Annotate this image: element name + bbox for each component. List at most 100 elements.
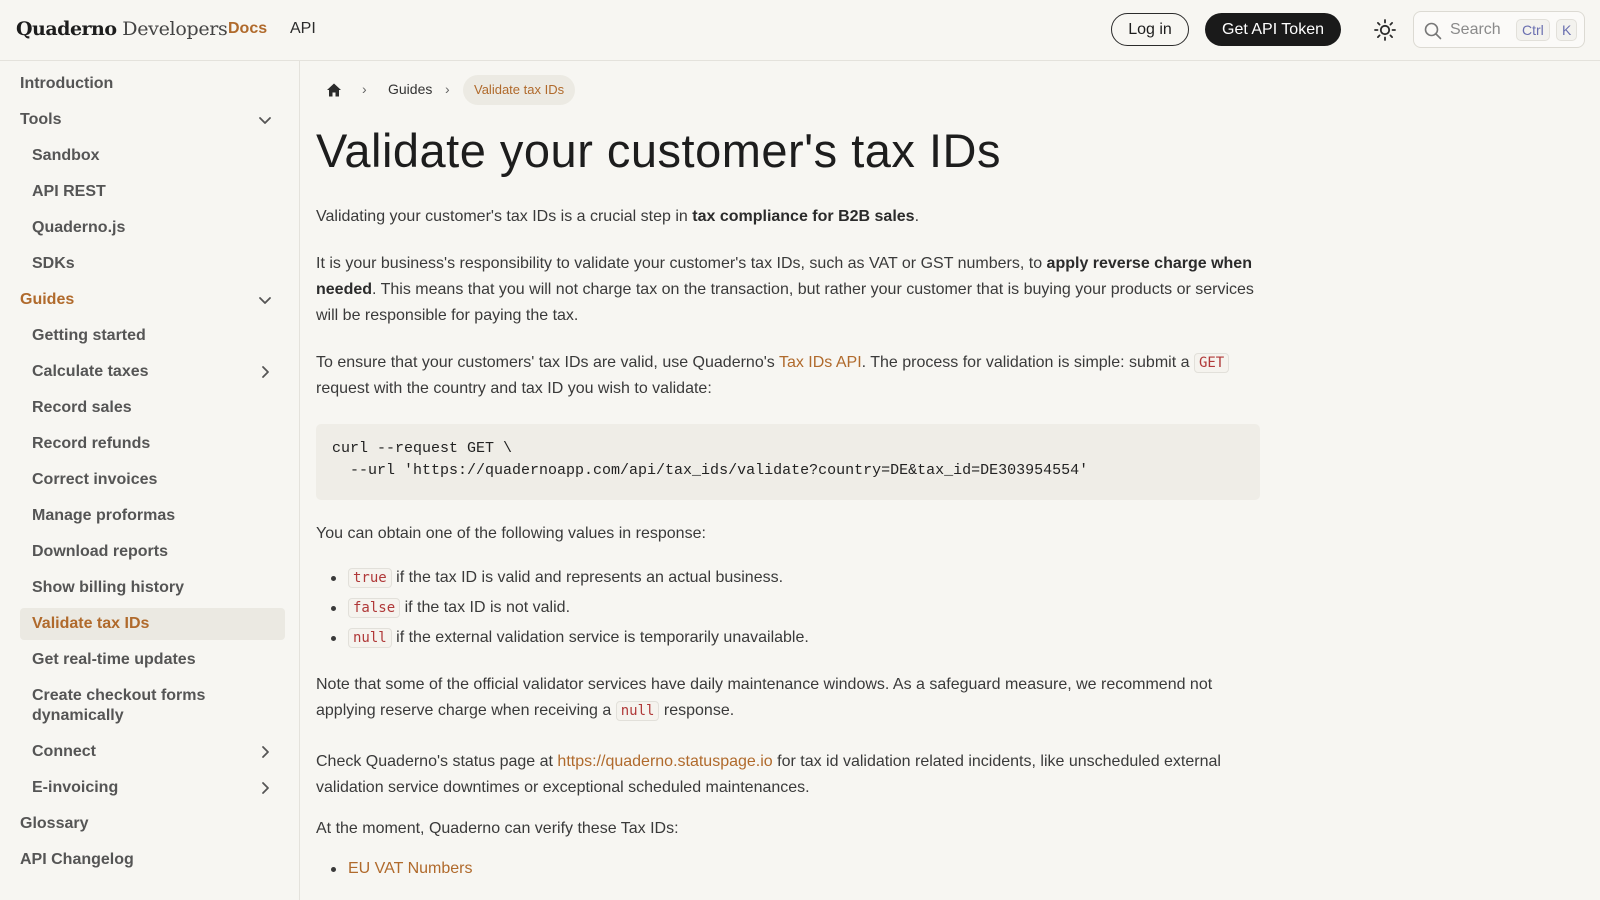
- bold-text: tax compliance for B2B sales: [692, 208, 915, 225]
- logo-brand: Quaderno: [16, 18, 117, 40]
- sidebar-item-label: Get real-time updates: [32, 651, 196, 668]
- search-placeholder: Search: [1450, 21, 1501, 38]
- sidebar-item-api-changelog[interactable]: API Changelog: [20, 850, 285, 870]
- sidebar-item-label: SDKs: [32, 255, 75, 272]
- sidebar-item-label: Show billing history: [32, 579, 184, 596]
- sidebar-item-label: Connect: [32, 743, 96, 760]
- chevron-down-icon[interactable]: [257, 112, 273, 128]
- text: .: [914, 208, 920, 225]
- tax-ids-api-link[interactable]: Tax IDs API: [779, 354, 862, 371]
- sidebar-item-record-refunds[interactable]: Record refunds: [20, 434, 285, 454]
- inline-code-false: false: [348, 598, 401, 618]
- sidebar-item-introduction[interactable]: Introduction: [20, 74, 285, 94]
- sidebar-item-show-billing-history[interactable]: Show billing history: [20, 578, 285, 598]
- sidebar-item-quaderno-js[interactable]: Quaderno.js: [20, 218, 285, 238]
- sidebar-item-label: Calculate taxes: [32, 363, 149, 380]
- sidebar-item-label: Tools: [20, 111, 62, 128]
- sidebar-item-get-real-time-updates[interactable]: Get real-time updates: [20, 650, 285, 670]
- maintenance-note-paragraph: Note that some of the official validator…: [316, 672, 1260, 724]
- text: if the tax ID is not valid.: [400, 599, 571, 616]
- sidebar-item-api-rest[interactable]: API REST: [20, 182, 285, 202]
- list-item: EU VAT Numbers: [316, 854, 472, 884]
- sidebar-item-tools[interactable]: Tools: [20, 110, 285, 130]
- chevron-right-icon[interactable]: [257, 364, 273, 380]
- responsibility-paragraph: It is your business's responsibility to …: [316, 251, 1260, 329]
- sidebar-item-glossary[interactable]: Glossary: [20, 814, 285, 834]
- list-item: false if the tax ID is not valid.: [316, 593, 809, 623]
- top-navigation-bar: Quaderno Developers Docs API Log in Get …: [0, 0, 1600, 61]
- chevron-down-icon[interactable]: [257, 292, 273, 308]
- text: request with the country and tax ID you …: [316, 380, 712, 397]
- breadcrumb-separator-icon: ›: [362, 81, 367, 97]
- sidebar-item-label: Getting started: [32, 327, 146, 344]
- text: Note that some of the official validator…: [316, 676, 1213, 719]
- text: response.: [659, 702, 735, 719]
- text: Check Quaderno's status page at: [316, 753, 558, 770]
- docs-sidebar: Introduction Tools Sandbox API REST Quad…: [0, 61, 300, 900]
- sidebar-item-label: Record sales: [32, 399, 132, 416]
- page-title: Validate your customer's tax IDs: [316, 124, 1001, 177]
- sidebar-item-label: Download reports: [32, 543, 169, 560]
- text: . The process for validation is simple: …: [861, 354, 1194, 371]
- sidebar-item-create-checkout-forms[interactable]: Create checkout forms dynamically: [20, 686, 250, 726]
- sidebar-item-record-sales[interactable]: Record sales: [20, 398, 285, 418]
- search-icon: [1424, 22, 1442, 40]
- text: Validating your customer's tax IDs is a …: [316, 208, 693, 225]
- breadcrumb-current: Validate tax IDs: [463, 75, 576, 105]
- sidebar-item-label: Record refunds: [32, 435, 151, 452]
- validation-paragraph: To ensure that your customers' tax IDs a…: [316, 350, 1260, 402]
- home-icon[interactable]: [326, 82, 342, 98]
- status-page-link[interactable]: https://quaderno.statuspage.io: [557, 753, 772, 770]
- breadcrumb-guides-link[interactable]: Guides: [388, 81, 432, 97]
- get-api-token-button[interactable]: Get API Token: [1205, 13, 1341, 46]
- sidebar-item-label: E-invoicing: [32, 779, 119, 796]
- list-item: true if the tax ID is valid and represen…: [316, 563, 809, 593]
- sidebar-item-guides[interactable]: Guides: [20, 290, 285, 310]
- supported-tax-ids-list: EU VAT Numbers: [316, 854, 472, 884]
- sidebar-item-validate-tax-ids[interactable]: Validate tax IDs: [20, 608, 285, 640]
- eu-vat-numbers-link[interactable]: EU VAT Numbers: [348, 860, 472, 877]
- sidebar-item-label: Quaderno.js: [32, 219, 126, 236]
- shortcut-key-k: K: [1556, 19, 1578, 41]
- sidebar-item-label: Sandbox: [32, 147, 100, 164]
- inline-code-null: null: [348, 628, 392, 648]
- logo-suffix: Developers: [116, 18, 228, 40]
- search-input[interactable]: Search Ctrl K: [1413, 11, 1585, 48]
- sidebar-item-label: Manage proformas: [32, 507, 176, 524]
- text: To ensure that your customers' tax IDs a…: [316, 354, 779, 371]
- sidebar-item-e-invoicing[interactable]: E-invoicing: [20, 778, 285, 798]
- intro-paragraph: Validating your customer's tax IDs is a …: [316, 204, 1260, 230]
- inline-code-get: GET: [1193, 353, 1230, 373]
- chevron-right-icon[interactable]: [257, 744, 273, 760]
- text: if the external validation service is te…: [391, 629, 809, 646]
- log-in-button[interactable]: Log in: [1111, 13, 1189, 46]
- chevron-right-icon[interactable]: [257, 780, 273, 796]
- sidebar-item-label: Correct invoices: [32, 471, 158, 488]
- sidebar-item-correct-invoices[interactable]: Correct invoices: [20, 470, 285, 490]
- sidebar-item-label: API Changelog: [20, 851, 134, 868]
- response-values-list: true if the tax ID is valid and represen…: [316, 563, 809, 653]
- sidebar-item-label: API REST: [32, 183, 106, 200]
- shortcut-key-ctrl: Ctrl: [1516, 19, 1550, 41]
- sidebar-item-download-reports[interactable]: Download reports: [20, 542, 285, 562]
- sidebar-item-calculate-taxes[interactable]: Calculate taxes: [20, 362, 285, 382]
- sidebar-item-label: Create checkout forms dynamically: [32, 687, 206, 724]
- sidebar-item-sandbox[interactable]: Sandbox: [20, 146, 285, 166]
- status-page-paragraph: Check Quaderno's status page at https://…: [316, 749, 1260, 801]
- sidebar-item-getting-started[interactable]: Getting started: [20, 326, 285, 346]
- nav-docs-link[interactable]: Docs: [228, 20, 267, 38]
- nav-api-link[interactable]: API: [290, 20, 316, 38]
- text: It is your business's responsibility to …: [316, 255, 1047, 272]
- sidebar-item-label: Guides: [20, 291, 75, 308]
- inline-code-true: true: [348, 568, 392, 588]
- sidebar-item-label: Introduction: [20, 75, 114, 92]
- breadcrumb-separator-icon: ›: [445, 81, 450, 97]
- curl-code-block[interactable]: curl --request GET \ --url 'https://quad…: [316, 424, 1260, 500]
- text: if the tax ID is valid and represents an…: [391, 569, 784, 586]
- quaderno-developers-logo[interactable]: Quaderno Developers: [16, 18, 228, 41]
- sidebar-item-manage-proformas[interactable]: Manage proformas: [20, 506, 285, 526]
- sidebar-item-sdks[interactable]: SDKs: [20, 254, 285, 274]
- sidebar-item-connect[interactable]: Connect: [20, 742, 285, 762]
- theme-toggle-button[interactable]: [1373, 18, 1397, 42]
- inline-code-null: null: [615, 701, 660, 721]
